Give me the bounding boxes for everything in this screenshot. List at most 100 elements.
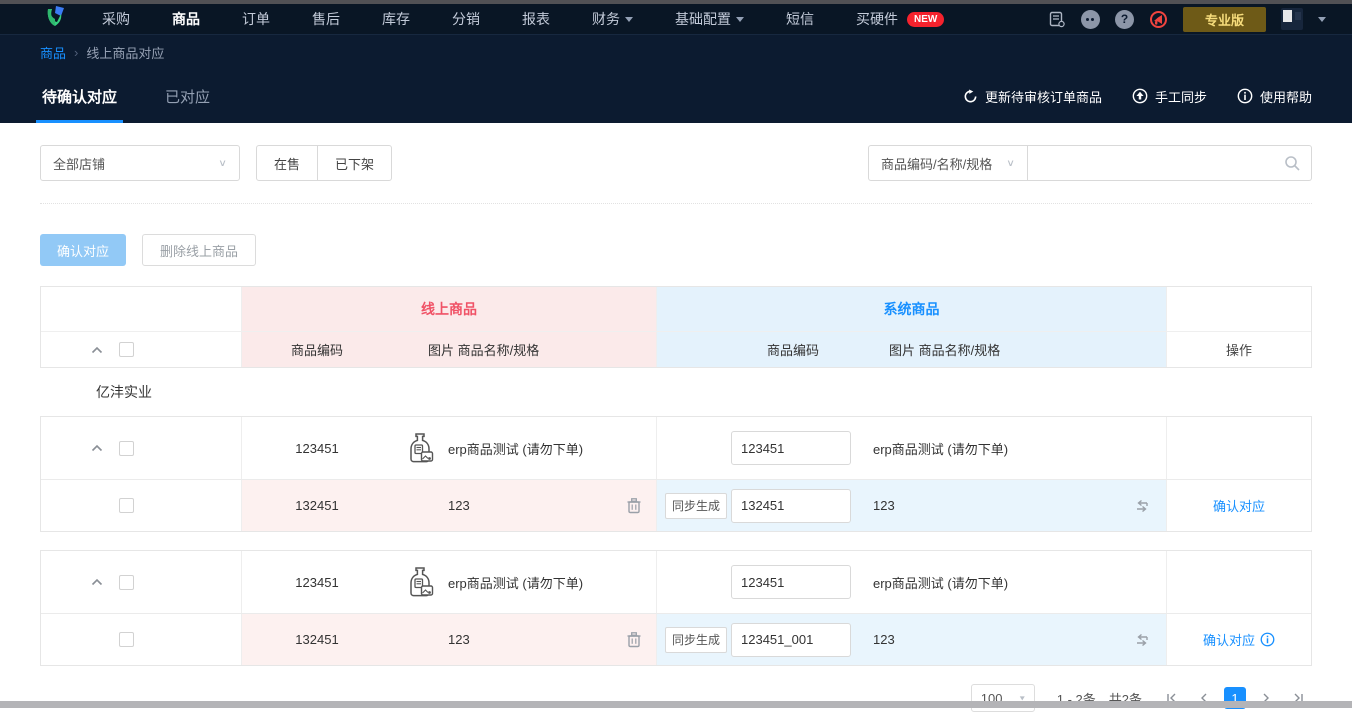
nav-item-purchase[interactable]: 采购: [102, 9, 130, 29]
row-checkbox[interactable]: [119, 632, 134, 647]
nav-menu: 采购 商品 订单 售后 库存 分销 报表 财务 基础配置 短信 买硬件NEW: [102, 9, 944, 29]
search-area: 商品编码/名称/规格 ∨: [868, 145, 1312, 181]
refresh-icon: [963, 89, 978, 104]
tab-pending-match[interactable]: 待确认对应: [40, 69, 119, 123]
tab-matched[interactable]: 已对应: [163, 69, 212, 123]
online-goods-cell: 123451 erp商品测试 (请勿下单): [241, 551, 656, 613]
delete-online-goods-button[interactable]: 删除线上商品: [142, 234, 256, 266]
row-select-cell: [41, 614, 241, 665]
sync-slot: 同步生成: [665, 493, 731, 519]
sync-generate-button[interactable]: 同步生成: [665, 627, 727, 653]
search-type-value: 商品编码/名称/规格: [881, 154, 992, 173]
row-checkbox[interactable]: [119, 575, 134, 590]
shop-select[interactable]: 全部店铺 ∨: [40, 145, 240, 181]
refresh-pending-orders-action[interactable]: 更新待审核订单商品: [963, 87, 1102, 106]
dotted-divider: [40, 203, 1312, 204]
swap-match-action[interactable]: [1118, 632, 1166, 648]
system-code-header: 商品编码: [723, 340, 863, 359]
on-sale-button[interactable]: 在售: [256, 145, 318, 181]
search-type-select[interactable]: 商品编码/名称/规格 ∨: [868, 145, 1028, 181]
system-name: 123: [851, 632, 1118, 647]
nav-item-sms[interactable]: 短信: [786, 9, 814, 29]
online-name: erp商品测试 (请勿下单): [448, 439, 612, 458]
op-cell: 确认对应: [1166, 480, 1311, 531]
bottle-photo-icon[interactable]: [405, 566, 435, 598]
system-code-input[interactable]: [731, 565, 851, 599]
system-name: erp商品测试 (请勿下单): [851, 439, 1118, 458]
monitor-icon[interactable]: [1048, 10, 1066, 28]
refresh-label: 更新待审核订单商品: [985, 87, 1102, 106]
pro-version-button[interactable]: 专业版: [1183, 7, 1266, 32]
row-checkbox[interactable]: [119, 498, 134, 513]
collapse-all-chevron-up-icon[interactable]: [91, 346, 103, 354]
account-chevron-down-icon[interactable]: [1318, 17, 1326, 22]
chevron-down-icon: ∨: [1006, 157, 1015, 168]
header-select-cell: [41, 287, 241, 331]
help-action[interactable]: 使用帮助: [1237, 87, 1312, 106]
breadcrumb-section[interactable]: 商品: [40, 43, 66, 62]
swap-arrows-icon: [1133, 632, 1151, 648]
nav-item-finance[interactable]: 财务: [592, 9, 633, 29]
tab-bar: 待确认对应 已对应 更新待审核订单商品 手工同步: [0, 69, 1352, 123]
system-code-input[interactable]: [731, 489, 851, 523]
nav-item-settings[interactable]: 基础配置: [675, 9, 744, 29]
row-select-cell: [41, 480, 241, 531]
online-code: 123451: [242, 575, 392, 590]
confirm-match-label: 确认对应: [1203, 630, 1255, 649]
nav-item-distribution[interactable]: 分销: [452, 9, 480, 29]
op-cell: 确认对应: [1166, 614, 1311, 665]
collapse-chevron-up-icon[interactable]: [91, 578, 103, 586]
nav-item-finance-label: 财务: [592, 9, 620, 29]
avatar[interactable]: [1281, 8, 1303, 30]
system-code-input[interactable]: [731, 623, 851, 657]
delete-row-action[interactable]: [612, 497, 656, 514]
tab-actions: 更新待审核订单商品 手工同步 使用帮助: [963, 87, 1312, 106]
system-code-input[interactable]: [731, 431, 851, 465]
bottle-photo-icon[interactable]: [405, 432, 435, 464]
off-sale-button[interactable]: 已下架: [317, 145, 392, 181]
nav-item-hardware[interactable]: 买硬件NEW: [856, 9, 944, 29]
nav-item-goods[interactable]: 商品: [172, 9, 200, 29]
table-row-child: 132451 123 同步生成: [41, 479, 1311, 531]
notification-megaphone-icon[interactable]: [1149, 10, 1168, 29]
search-box: [1028, 145, 1312, 181]
chevron-down-icon: ∨: [218, 157, 227, 168]
confirm-match-button[interactable]: 确认对应: [40, 234, 126, 266]
system-name: 123: [851, 498, 1118, 513]
product-image-slot: [392, 432, 448, 464]
chat-icon[interactable]: [1081, 10, 1100, 29]
collapse-chevron-up-icon[interactable]: [91, 444, 103, 452]
row-select-cell: [41, 551, 241, 613]
swap-match-action[interactable]: [1118, 498, 1166, 514]
tabs: 待确认对应 已对应: [40, 69, 212, 123]
row-select-cell: [41, 417, 241, 479]
nav-item-orders[interactable]: 订单: [242, 9, 270, 29]
search-input[interactable]: [1038, 156, 1284, 171]
nav-item-inventory[interactable]: 库存: [382, 9, 410, 29]
upload-circle-icon: [1132, 88, 1148, 104]
select-all-checkbox[interactable]: [119, 342, 134, 357]
sync-generate-button[interactable]: 同步生成: [665, 493, 727, 519]
product-image-slot: [392, 566, 448, 598]
search-icon[interactable]: [1284, 155, 1301, 172]
app-logo-icon[interactable]: [44, 5, 66, 29]
online-name: 123: [448, 498, 612, 513]
manual-sync-action[interactable]: 手工同步: [1132, 87, 1207, 106]
row-checkbox[interactable]: [119, 441, 134, 456]
system-goods-cell: erp商品测试 (请勿下单): [656, 551, 1166, 613]
system-goods-group-header: 系统商品: [656, 287, 1166, 331]
online-goods-cell: 123451 erp商品测试 (请勿下单): [241, 417, 656, 479]
question-icon[interactable]: ?: [1115, 10, 1134, 29]
nav-item-reports[interactable]: 报表: [522, 9, 550, 29]
system-goods-cell: 同步生成 123: [656, 614, 1166, 665]
nav-item-aftersale[interactable]: 售后: [312, 9, 340, 29]
online-subheader: 商品编码 图片 商品名称/规格: [241, 332, 656, 367]
swap-arrows-icon: [1133, 498, 1151, 514]
online-code: 132451: [242, 632, 392, 647]
nav-right-tools: ? 专业版: [1048, 7, 1326, 32]
confirm-match-link[interactable]: 确认对应: [1203, 630, 1275, 649]
table-header: 线上商品 系统商品 商品编码 图片 商品名称/规格 商品编码: [40, 286, 1312, 368]
delete-row-action[interactable]: [612, 631, 656, 648]
page-header: 采购 商品 订单 售后 库存 分销 报表 财务 基础配置 短信 买硬件NEW ?: [0, 4, 1352, 123]
confirm-match-link[interactable]: 确认对应: [1213, 496, 1265, 515]
